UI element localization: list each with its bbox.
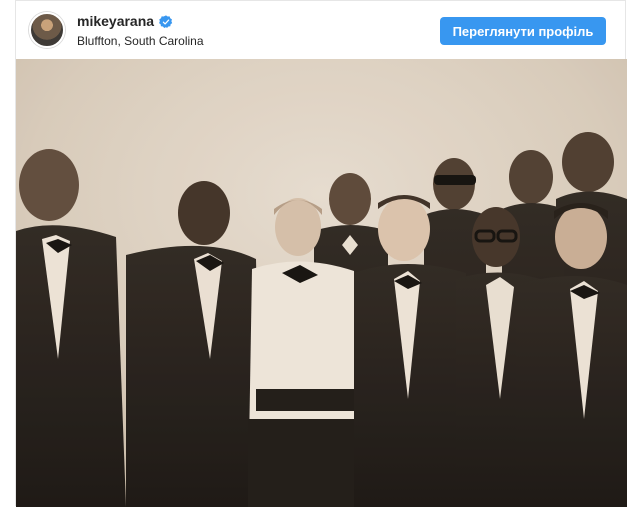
post-header: mikeyarana Bluffton, South Carolina Пере…: [16, 1, 625, 59]
post-photo[interactable]: [16, 59, 627, 507]
instagram-embed-card: mikeyarana Bluffton, South Carolina Пере…: [15, 0, 627, 507]
avatar[interactable]: [29, 12, 65, 48]
verified-badge-icon: [159, 14, 173, 28]
group-photo-image: [16, 59, 627, 507]
username-link[interactable]: mikeyarana: [77, 13, 154, 30]
view-profile-button[interactable]: Переглянути профіль: [440, 17, 606, 45]
username-row: mikeyarana: [77, 13, 204, 30]
location-link[interactable]: Bluffton, South Carolina: [77, 33, 204, 49]
post-meta: mikeyarana Bluffton, South Carolina: [77, 13, 204, 49]
